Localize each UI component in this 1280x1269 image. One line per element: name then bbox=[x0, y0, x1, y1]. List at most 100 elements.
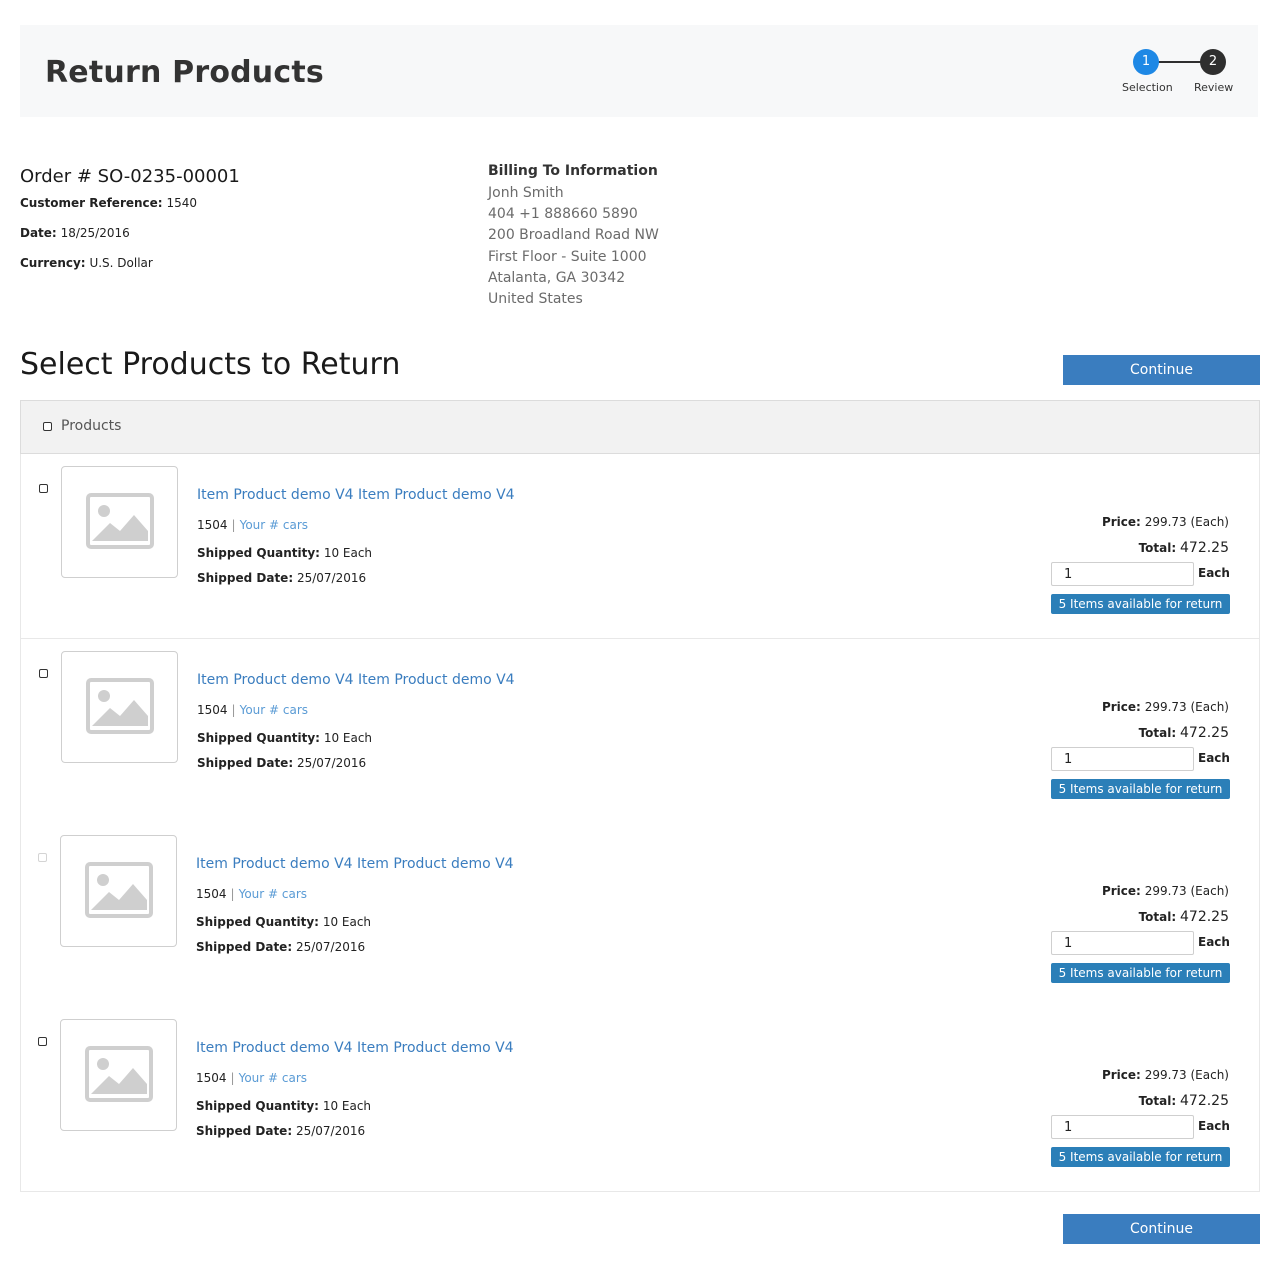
customer-reference-label: Customer Reference: bbox=[20, 196, 163, 210]
product-customer-ref: Your # cars bbox=[238, 1071, 308, 1085]
product-row: Item Product demo V4 Item Product demo V… bbox=[20, 454, 1260, 639]
price-value: 299.73 (Each) bbox=[1144, 1068, 1229, 1082]
product-checkbox-disabled bbox=[38, 853, 47, 862]
product-code-line: 1504 | Your # cars bbox=[196, 1071, 307, 1085]
product-image-placeholder bbox=[61, 466, 178, 578]
product-code: 1504 bbox=[196, 887, 227, 901]
product-total: Total: 472.25 bbox=[1139, 1093, 1229, 1109]
order-date: Date: 18/25/2016 bbox=[20, 226, 130, 240]
product-code-separator: | bbox=[231, 703, 236, 717]
return-products-page: Return Products 1 2 Selection Review Ord… bbox=[0, 0, 1280, 1269]
product-price: Price: 299.73 (Each) bbox=[1102, 1068, 1229, 1082]
continue-button-top[interactable]: Continue bbox=[1063, 355, 1260, 385]
shipped-quantity-value: 10 Each bbox=[322, 1099, 372, 1113]
product-checkbox[interactable] bbox=[38, 1037, 47, 1046]
step-selection-label: Selection bbox=[1122, 81, 1173, 94]
price-label: Price: bbox=[1101, 884, 1141, 898]
total-value: 472.25 bbox=[1180, 725, 1229, 741]
shipped-date-value: 25/07/2016 bbox=[296, 571, 367, 585]
product-code-separator: | bbox=[230, 1071, 235, 1085]
shipped-quantity-value: 10 Each bbox=[323, 731, 373, 745]
shipped-date: Shipped Date: 25/07/2016 bbox=[197, 571, 366, 585]
billing-address-line-2: First Floor - Suite 1000 bbox=[488, 248, 647, 265]
product-checkbox[interactable] bbox=[39, 669, 48, 678]
total-value: 472.25 bbox=[1180, 540, 1229, 556]
billing-address-line-1: 200 Broadland Road NW bbox=[488, 227, 659, 244]
billing-city-state: Atalanta, GA 30342 bbox=[488, 269, 626, 286]
shipped-quantity-label: Shipped Quantity: bbox=[197, 731, 320, 745]
product-code-line: 1504 | Your # cars bbox=[196, 887, 307, 901]
product-name-link[interactable]: Item Product demo V4 Item Product demo V… bbox=[197, 672, 515, 688]
product-name-link[interactable]: Item Product demo V4 Item Product demo V… bbox=[196, 1040, 514, 1056]
product-code: 1504 bbox=[197, 703, 228, 717]
total-value: 472.25 bbox=[1180, 1093, 1229, 1109]
product-name-link[interactable]: Item Product demo V4 Item Product demo V… bbox=[196, 856, 514, 872]
billing-country: United States bbox=[488, 291, 583, 308]
return-quantity-input[interactable] bbox=[1051, 931, 1194, 955]
section-title: Select Products to Return bbox=[20, 347, 401, 382]
shipped-quantity: Shipped Quantity: 10 Each bbox=[197, 731, 372, 745]
page-title: Return Products bbox=[45, 55, 324, 90]
product-checkbox[interactable] bbox=[39, 484, 48, 493]
product-customer-ref: Your # cars bbox=[239, 703, 309, 717]
return-quantity-input[interactable] bbox=[1051, 562, 1194, 586]
product-price: Price: 299.73 (Each) bbox=[1102, 700, 1229, 714]
billing-title: Billing To Information bbox=[488, 163, 658, 179]
availability-badge: 5 Items available for return bbox=[1051, 779, 1230, 799]
product-total: Total: 472.25 bbox=[1139, 725, 1229, 741]
billing-phone: 404 +1 888660 5890 bbox=[488, 206, 638, 223]
shipped-quantity: Shipped Quantity: 10 Each bbox=[197, 546, 372, 560]
price-value: 299.73 (Each) bbox=[1144, 884, 1229, 898]
total-value: 472.25 bbox=[1180, 909, 1229, 925]
order-number: Order # SO-0235-00001 bbox=[20, 166, 240, 187]
shipped-quantity-label: Shipped Quantity: bbox=[196, 915, 319, 929]
price-value: 299.73 (Each) bbox=[1144, 700, 1229, 714]
step-review-circle[interactable]: 2 bbox=[1200, 49, 1226, 75]
progress-stepper: 1 2 Selection Review bbox=[1100, 49, 1240, 99]
products-header-label: Products bbox=[61, 418, 122, 434]
order-currency: Currency: U.S. Dollar bbox=[20, 256, 153, 270]
product-name-link[interactable]: Item Product demo V4 Item Product demo V… bbox=[197, 487, 515, 503]
select-all-checkbox[interactable] bbox=[43, 422, 52, 431]
billing-name: Jonh Smith bbox=[488, 185, 564, 201]
shipped-quantity-value: 10 Each bbox=[322, 915, 372, 929]
shipped-date-label: Shipped Date: bbox=[197, 571, 294, 585]
product-row: Item Product demo V4 Item Product demo V… bbox=[20, 823, 1260, 1008]
quantity-unit: Each bbox=[1198, 935, 1230, 949]
shipped-date: Shipped Date: 25/07/2016 bbox=[196, 1124, 365, 1138]
total-label: Total: bbox=[1138, 541, 1177, 555]
product-total: Total: 472.25 bbox=[1139, 540, 1229, 556]
total-label: Total: bbox=[1138, 910, 1177, 924]
shipped-date-value: 25/07/2016 bbox=[295, 940, 366, 954]
image-placeholder-icon bbox=[86, 493, 154, 549]
customer-reference: Customer Reference: 1540 bbox=[20, 196, 197, 210]
product-customer-ref: Your # cars bbox=[239, 518, 309, 532]
total-label: Total: bbox=[1138, 1094, 1177, 1108]
shipped-date-label: Shipped Date: bbox=[196, 1124, 293, 1138]
product-row: Item Product demo V4 Item Product demo V… bbox=[20, 639, 1260, 824]
page-header: Return Products 1 2 Selection Review bbox=[20, 25, 1258, 117]
quantity-unit: Each bbox=[1198, 751, 1230, 765]
shipped-quantity-label: Shipped Quantity: bbox=[197, 546, 320, 560]
return-quantity-input[interactable] bbox=[1051, 1115, 1194, 1139]
product-image-placeholder bbox=[61, 651, 178, 763]
quantity-unit: Each bbox=[1198, 566, 1230, 580]
billing-info: Billing To Information Jonh Smith 404 +1… bbox=[488, 163, 659, 310]
product-code-separator: | bbox=[230, 887, 235, 901]
price-value: 299.73 (Each) bbox=[1144, 515, 1229, 529]
shipped-quantity-label: Shipped Quantity: bbox=[196, 1099, 319, 1113]
order-date-value: 18/25/2016 bbox=[60, 226, 130, 240]
order-currency-label: Currency: bbox=[20, 256, 86, 270]
product-code-line: 1504 | Your # cars bbox=[197, 518, 308, 532]
return-quantity-input[interactable] bbox=[1051, 747, 1194, 771]
product-code-line: 1504 | Your # cars bbox=[197, 703, 308, 717]
continue-button-bottom[interactable]: Continue bbox=[1063, 1214, 1260, 1244]
products-table-header: Products bbox=[20, 400, 1260, 454]
product-customer-ref: Your # cars bbox=[238, 887, 308, 901]
order-currency-value: U.S. Dollar bbox=[89, 256, 153, 270]
step-review-label: Review bbox=[1194, 81, 1234, 94]
availability-badge: 5 Items available for return bbox=[1051, 963, 1230, 983]
quantity-unit: Each bbox=[1198, 1119, 1230, 1133]
shipped-date-label: Shipped Date: bbox=[197, 756, 294, 770]
step-selection-circle[interactable]: 1 bbox=[1133, 49, 1159, 75]
